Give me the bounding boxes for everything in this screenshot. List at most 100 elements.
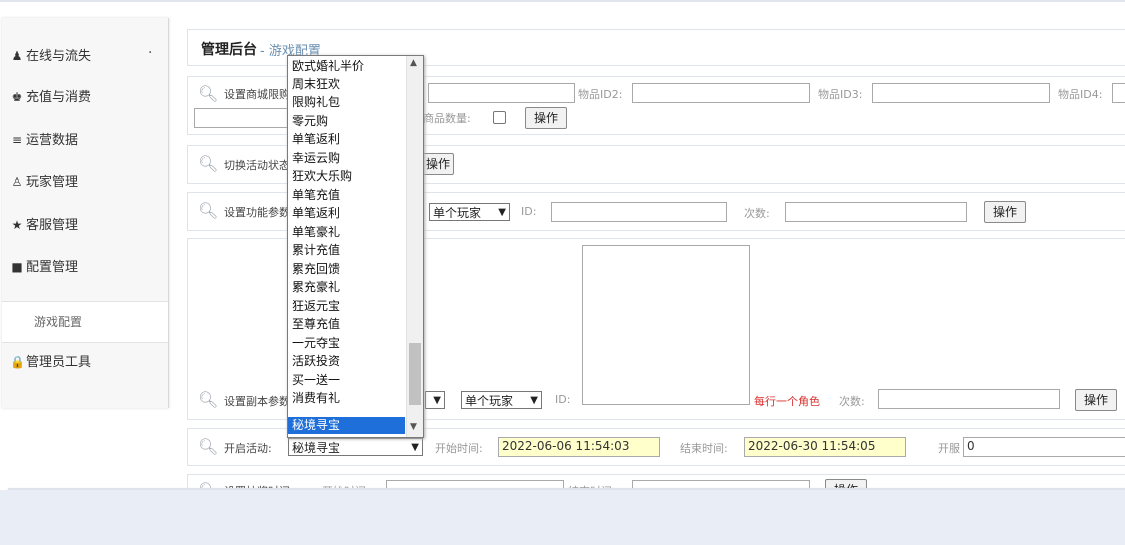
dropdown-option[interactable]: 活跃投资 bbox=[292, 353, 340, 370]
function-params-label: 设置功能参数 bbox=[224, 206, 290, 219]
dungeon-id-textarea[interactable] bbox=[582, 245, 750, 405]
mall-field-2[interactable] bbox=[194, 108, 291, 128]
dropdown-scrollbar[interactable]: ▲ ▼ bbox=[406, 56, 423, 437]
dungeon-id-label: ID: bbox=[555, 393, 571, 406]
item-id4-field[interactable] bbox=[1112, 83, 1125, 103]
end-time-field[interactable]: 2022-06-30 11:54:05 bbox=[744, 437, 906, 457]
screen-background bbox=[0, 490, 1125, 545]
dungeon-times-label: 次数: bbox=[839, 395, 865, 408]
search-icon: 🔍︎ bbox=[198, 201, 219, 220]
scroll-down-arrow-icon[interactable]: ▼ bbox=[410, 422, 417, 432]
dropdown-option[interactable]: 累充豪礼 bbox=[292, 279, 340, 296]
server-value: 0 bbox=[967, 439, 975, 453]
dropdown-option[interactable]: 狂返元宝 bbox=[292, 298, 340, 315]
toggle-activity-label: 切换活动状态 bbox=[224, 159, 290, 172]
search-icon: 🔍︎ bbox=[198, 437, 219, 456]
start-time-label: 开始时间: bbox=[435, 442, 483, 455]
mall-limit-label: 设置商城限购 bbox=[224, 88, 290, 101]
sidebar: ♟ 在线与流失 · ♚ 充值与消费 ≡ 运营数据 ♙ 玩家管理 ★ 客服管理 ■ 配置管理 … bbox=[2, 18, 169, 408]
activity-select-value: 秘境寻宝 bbox=[292, 441, 341, 455]
scroll-up-arrow-icon[interactable]: ▲ bbox=[410, 58, 417, 68]
dropdown-option[interactable]: 一元夺宝 bbox=[292, 335, 340, 352]
dropdown-option-selected[interactable]: 秘境寻宝 bbox=[288, 417, 405, 434]
sidebar-item-players[interactable]: ♙ 玩家管理 bbox=[10, 171, 160, 191]
sidebar-item-label: 管理员工具 bbox=[26, 355, 92, 370]
dropdown-option[interactable]: 幸运云购 bbox=[292, 150, 340, 167]
dropdown-option[interactable]: 单笔返利 bbox=[292, 205, 340, 222]
server-field[interactable]: 0 bbox=[963, 437, 1125, 457]
item-id3-field[interactable] bbox=[872, 83, 1050, 103]
sidebar-subitem-game-config[interactable]: 游戏配置 bbox=[2, 301, 168, 343]
sidebar-item-support[interactable]: ★ 客服管理 bbox=[10, 214, 160, 234]
toggle-operate-button[interactable]: 操作 bbox=[422, 153, 454, 175]
item-id2-label: 物品ID2: bbox=[578, 88, 623, 101]
page-title: 管理后台 bbox=[201, 42, 257, 58]
item-id2-field[interactable] bbox=[632, 83, 810, 103]
dropdown-option[interactable]: 周末狂欢 bbox=[292, 76, 340, 93]
collapse-dot[interactable]: · bbox=[148, 45, 152, 61]
search-icon: 🔍︎ bbox=[198, 390, 219, 409]
search-icon: 🔍︎ bbox=[198, 154, 219, 173]
func-id-field[interactable] bbox=[551, 202, 727, 222]
dungeon-operate-button[interactable]: 操作 bbox=[1075, 389, 1117, 411]
sidebar-item-config[interactable]: ■ 配置管理 bbox=[10, 256, 160, 276]
dropdown-option[interactable]: 限购礼包 bbox=[292, 94, 340, 111]
sidebar-item-online[interactable]: ♟ 在线与流失 bbox=[10, 45, 160, 65]
item-id1-field[interactable] bbox=[428, 83, 575, 103]
sidebar-item-label: 运营数据 bbox=[26, 133, 79, 148]
mall-operate-button[interactable]: 操作 bbox=[525, 107, 567, 129]
dropdown-option[interactable]: 零元购 bbox=[292, 113, 328, 130]
dungeon-times-field[interactable] bbox=[878, 389, 1060, 409]
dungeon-player-select[interactable]: 单个玩家 ▼ bbox=[461, 391, 542, 409]
dropdown-option[interactable]: 单笔豪礼 bbox=[292, 224, 340, 241]
dropdown-option[interactable]: 狂欢大乐购 bbox=[292, 168, 352, 185]
chevron-down-icon: ▼ bbox=[433, 395, 441, 406]
user-icon: ♟ bbox=[11, 49, 23, 63]
search-icon: 🔍︎ bbox=[198, 84, 219, 103]
sidebar-item-admin-tools[interactable]: 🔒管理员工具 bbox=[10, 351, 160, 371]
star-icon: ★ bbox=[11, 218, 23, 232]
func-times-field[interactable] bbox=[785, 202, 967, 222]
sidebar-item-label: 客服管理 bbox=[26, 218, 79, 233]
end-time-label: 结束时间: bbox=[680, 442, 728, 455]
lock-icon: 🔒 bbox=[10, 355, 25, 369]
end-time-value: 2022-06-30 11:54:05 bbox=[748, 439, 876, 453]
open-activity-label: 开启活动: bbox=[224, 442, 272, 455]
server-label: 开服 bbox=[938, 442, 960, 455]
item-count-checkbox[interactable] bbox=[493, 111, 506, 124]
activity-select[interactable]: 秘境寻宝 ▼ bbox=[288, 438, 423, 456]
func-operate-button[interactable]: 操作 bbox=[984, 201, 1026, 223]
item-id3-label: 物品ID3: bbox=[818, 88, 863, 101]
dropdown-option[interactable]: 单笔充值 bbox=[292, 187, 340, 204]
sidebar-item-label: 配置管理 bbox=[26, 260, 79, 275]
dropdown-option[interactable]: 消费有礼 bbox=[292, 390, 340, 407]
activity-dropdown-list[interactable]: 欧式婚礼半价 周末狂欢 限购礼包 零元购 单笔返利 幸运云购 狂欢大乐购 单笔充… bbox=[287, 55, 424, 438]
dropdown-option[interactable]: 买一送一 bbox=[292, 372, 340, 389]
book-icon: ■ bbox=[11, 260, 23, 274]
person-icon: ♙ bbox=[11, 175, 23, 189]
start-time-value: 2022-06-06 11:54:03 bbox=[502, 439, 630, 453]
chevron-down-icon: ▼ bbox=[530, 395, 538, 406]
func-id-label: ID: bbox=[521, 205, 537, 218]
dungeon-params-label: 设置副本参数 bbox=[224, 395, 290, 408]
chevron-down-icon: ▼ bbox=[498, 207, 506, 218]
dungeon-hint: 每行一个角色 bbox=[754, 395, 820, 408]
dropdown-option[interactable]: 至尊充值 bbox=[292, 316, 340, 333]
sidebar-item-label: 充值与消费 bbox=[26, 90, 92, 105]
dropdown-option[interactable]: 累充回馈 bbox=[292, 261, 340, 278]
dropdown-option[interactable]: 累计充值 bbox=[292, 242, 340, 259]
func-player-select[interactable]: 单个玩家 ▼ bbox=[429, 203, 510, 221]
sidebar-item-operations[interactable]: ≡ 运营数据 bbox=[10, 129, 160, 149]
dropdown-option[interactable]: 单笔返利 bbox=[292, 131, 340, 148]
start-time-field[interactable]: 2022-06-06 11:54:03 bbox=[498, 437, 660, 457]
scrollbar-thumb[interactable] bbox=[409, 343, 421, 405]
dropdown-option[interactable]: 欧式婚礼半价 bbox=[292, 58, 364, 75]
func-times-label: 次数: bbox=[744, 207, 770, 220]
dungeon-type-select[interactable]: ▼ bbox=[425, 391, 445, 409]
chevron-down-icon: ▼ bbox=[411, 442, 419, 453]
sidebar-item-recharge[interactable]: ♚ 充值与消费 bbox=[10, 86, 160, 106]
item-id4-label: 物品ID4: bbox=[1058, 88, 1103, 101]
sidebar-item-label: 在线与流失 bbox=[26, 49, 92, 64]
sidebar-item-label: 玩家管理 bbox=[26, 175, 79, 190]
top-border bbox=[0, 0, 1125, 2]
